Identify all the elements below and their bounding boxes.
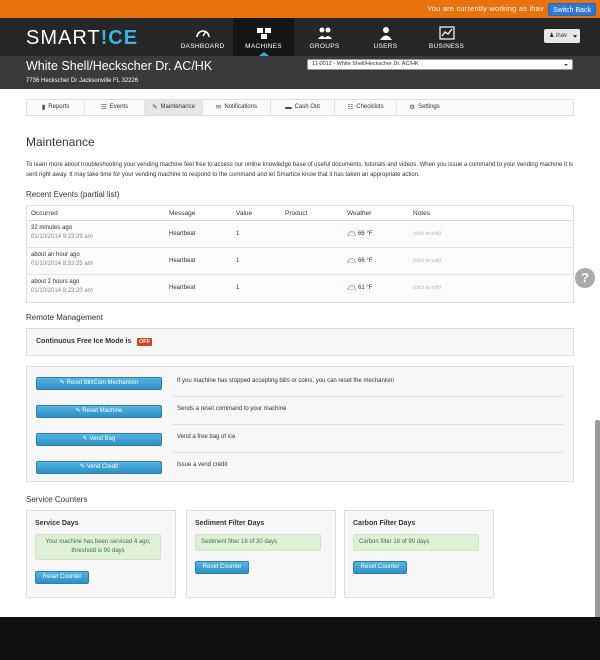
service-days-counter: Service Days Your machine has been servi… xyxy=(26,510,176,598)
gauge-icon xyxy=(195,30,210,38)
carbon-filter-counter: Carbon Filter Days Carbon filter 18 of 9… xyxy=(344,510,494,598)
free-ice-panel: Continuous Free Ice Mode is OFF xyxy=(26,328,574,356)
money-icon: ▬ xyxy=(285,104,292,111)
reset-counter-button[interactable]: Reset Counter xyxy=(35,571,89,584)
machines-icon xyxy=(256,28,271,39)
command-row: ✎ Reset Machine Sends a reset command to… xyxy=(27,397,575,425)
nav-users[interactable]: USERS xyxy=(355,18,416,56)
service-counters-heading: Service Counters xyxy=(26,495,88,504)
nav-groups-label: GROUPS xyxy=(309,43,340,50)
machine-select[interactable]: 11-0012 - White Shell/Heckscher Dr. AC/H… xyxy=(307,59,573,70)
free-ice-toggle[interactable]: OFF xyxy=(137,338,152,346)
command-description: Sends a reset command to your machine xyxy=(177,406,287,412)
nav-users-label: USERS xyxy=(373,43,398,50)
counter-title: Sediment Filter Days xyxy=(195,520,265,527)
machine-title: White Shell/Heckscher Dr. AC/HK xyxy=(26,59,213,73)
commands-panel: ✎ Reset Bill/Coin Mechanism If you machi… xyxy=(26,366,574,482)
cloud-icon xyxy=(347,231,356,236)
tab-settings[interactable]: ⚙ Settings xyxy=(397,100,452,115)
checklist-icon: ☷ xyxy=(347,104,354,111)
cloud-icon xyxy=(347,258,356,263)
envelope-icon: ✉ xyxy=(215,104,222,111)
counter-title: Service Days xyxy=(35,520,79,527)
user-menu-button[interactable]: ♟ ihav xyxy=(544,29,580,43)
main-nav: SMART!CE DASHBOARD MACHINES GROUPS USERS… xyxy=(0,18,600,56)
command-description: Vend a free bag of ice xyxy=(177,434,236,440)
tab-reports[interactable]: ▮ Reports xyxy=(27,100,85,115)
working-as-text: You are currently working as ihav xyxy=(427,4,544,13)
edit-note-link[interactable]: (click to edit) xyxy=(413,285,441,291)
wrench-icon: ✎ xyxy=(152,104,158,111)
chevron-down-icon xyxy=(564,64,568,66)
smartice-logo[interactable]: SMART!CE xyxy=(26,27,138,50)
remote-management-heading: Remote Management xyxy=(26,313,103,322)
counter-status: Your machine has been serviced 4 ago, th… xyxy=(35,534,161,560)
list-icon: ☰ xyxy=(100,104,107,111)
reset-machine-button[interactable]: ✎ Reset Machine xyxy=(36,405,162,418)
counter-status: Carbon filter 18 of 90 days xyxy=(353,534,479,551)
tab-notifications[interactable]: ✉ Notifications xyxy=(203,100,271,115)
table-row: 32 minutes ago 01/10/2014 9:23:29 am Hea… xyxy=(27,221,573,248)
machine-header: White Shell/Heckscher Dr. AC/HK 7736 Hec… xyxy=(0,56,600,89)
page-title: Maintenance xyxy=(26,135,95,149)
command-row: ✎ Reset Bill/Coin Mechanism If you machi… xyxy=(27,369,575,397)
groups-icon xyxy=(317,27,332,39)
nav-groups[interactable]: GROUPS xyxy=(294,18,355,56)
counter-status: Sediment filter 18 of 30 days xyxy=(195,534,321,551)
bar-chart-icon: ▮ xyxy=(41,104,46,111)
help-question-icon[interactable]: ? xyxy=(575,268,595,288)
reset-counter-button[interactable]: Reset Counter xyxy=(353,561,407,574)
machine-address: 7736 Heckscher Dr Jacksonville FL 32226 xyxy=(26,78,139,84)
user-name: ihav xyxy=(556,33,568,39)
switch-back-button[interactable]: Switch Back xyxy=(548,3,596,16)
nav-business[interactable]: BUSINESS xyxy=(416,18,477,56)
machine-tabs: ▮ Reports ☰ Events ✎ Maintenance ✉ Notificat… xyxy=(26,99,574,116)
free-ice-label: Continuous Free Ice Mode is xyxy=(36,338,132,345)
events-table-header: Occurred Message Value Product Weather N… xyxy=(27,206,573,221)
reset-counter-button[interactable]: Reset Counter xyxy=(195,561,249,574)
nav-dashboard-label: DASHBOARD xyxy=(180,43,225,50)
recent-events-heading: Recent Events (partial list) xyxy=(26,190,120,199)
table-row: about an hour ago 01/10/2014 8:53:25 am … xyxy=(27,248,573,275)
events-table: Occurred Message Value Product Weather N… xyxy=(26,205,574,303)
command-row: ✎ Vend Bag Vend a free bag of ice xyxy=(27,425,575,453)
table-row: about 2 hours ago 01/10/2014 8:23:20 am … xyxy=(31,279,442,294)
page-scrollbar[interactable] xyxy=(595,420,600,620)
command-row: ✎ Vend Credit Issue a vend credit xyxy=(27,453,575,481)
user-icon xyxy=(379,27,392,40)
business-chart-icon xyxy=(438,26,455,40)
command-description: Issue a vend credit xyxy=(177,462,228,468)
counter-title: Carbon Filter Days xyxy=(353,520,416,527)
tab-checklists[interactable]: ☷ Checklists xyxy=(335,100,397,115)
nav-dashboard[interactable]: DASHBOARD xyxy=(172,18,233,56)
nav-machines-label: MACHINES xyxy=(245,43,282,50)
nav-business-label: BUSINESS xyxy=(428,43,465,50)
cloud-icon xyxy=(347,285,356,290)
tab-maintenance[interactable]: ✎ Maintenance xyxy=(145,100,203,115)
reset-bill-coin-button[interactable]: ✎ Reset Bill/Coin Mechanism xyxy=(36,377,162,390)
chevron-down-icon xyxy=(573,35,577,38)
vend-bag-button[interactable]: ✎ Vend Bag xyxy=(36,433,162,446)
sediment-filter-counter: Sediment Filter Days Sediment filter 18 … xyxy=(186,510,336,598)
page-footer xyxy=(0,617,600,660)
tab-events[interactable]: ☰ Events xyxy=(85,100,145,115)
impersonation-bar: You are currently working as ihav Switch… xyxy=(0,0,600,18)
gear-icon: ⚙ xyxy=(409,104,416,111)
vend-credit-button[interactable]: ✎ Vend Credit xyxy=(36,461,162,474)
edit-note-link[interactable]: (click to edit) xyxy=(413,258,441,264)
nav-machines[interactable]: MACHINES xyxy=(233,18,294,56)
command-description: If you machine has stopped accepting bil… xyxy=(177,378,395,384)
edit-note-link[interactable]: (click to edit) xyxy=(413,231,441,237)
tab-cash-out[interactable]: ▬ Cash Out xyxy=(271,100,335,115)
intro-text: To learn more about troubleshooting your… xyxy=(26,162,573,178)
